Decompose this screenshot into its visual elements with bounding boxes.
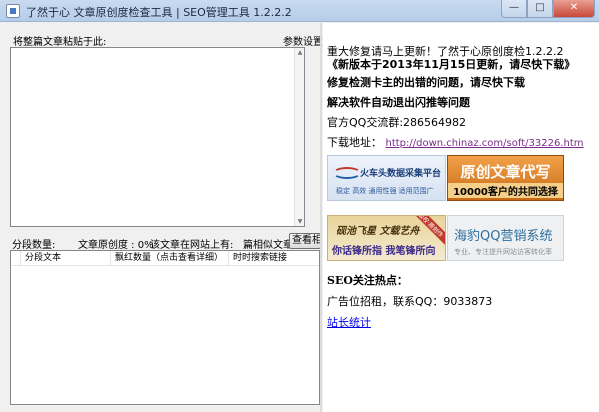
window-controls: — □ ✕ bbox=[501, 0, 595, 18]
download-row: 下载地址： http://down.chinaz.com/soft/33226.… bbox=[327, 134, 583, 150]
ad4-title: 海豹QQ营销系统 bbox=[454, 229, 553, 244]
ad-contact-text: 广告位招租，联系QQ：9033873 bbox=[327, 295, 493, 308]
column-header-search-link[interactable]: 时时搜索链接 bbox=[229, 251, 309, 265]
title-bar: 了然于心 文章原创度检查工具 | SEO管理工具 1.2.2.2 — □ ✕ bbox=[0, 0, 599, 22]
ad-banner-writing[interactable]: 原创文章代写 10000客户的共同选择 bbox=[447, 155, 564, 201]
article-textarea[interactable]: ▲ ▼ bbox=[10, 47, 305, 227]
ad1-title: 火车头数据采集平台 bbox=[360, 169, 442, 179]
crash-fix-notice: 解决软件自动退出闪推等问题 bbox=[327, 96, 470, 109]
paste-label: 将整篇文章粘贴于此: bbox=[13, 37, 107, 48]
ad3-slogan: 砚池飞星 文载艺舟 bbox=[336, 226, 420, 237]
originality-label: 文章原创度 : 0% bbox=[78, 240, 154, 251]
maximize-icon[interactable]: □ bbox=[527, 0, 553, 18]
segment-count-label: 分段数量: bbox=[12, 240, 56, 251]
scroll-down-icon[interactable]: ▼ bbox=[296, 218, 304, 225]
ad2-title: 原创文章代写 bbox=[460, 163, 551, 181]
app-icon bbox=[6, 4, 20, 18]
seo-heading: SEO关注热点： bbox=[327, 274, 408, 287]
close-icon[interactable]: ✕ bbox=[553, 0, 595, 18]
window-title: 了然于心 文章原创度检查工具 | SEO管理工具 1.2.2.2 bbox=[26, 6, 292, 19]
news-panel: 重大修复请马上更新！了然于心原创度检1.2.2.2 《新版本于2013年11月1… bbox=[323, 23, 599, 412]
minimize-icon[interactable]: — bbox=[501, 0, 527, 18]
ad4-subtitle: 专业、专注提升网站访客转化率 bbox=[454, 248, 552, 256]
ad-banner-copywriting[interactable]: 砚池飞星 文载艺舟 你话锋所指 我笔锋所向 版权·原创作 bbox=[327, 215, 446, 261]
download-label: 下载地址： bbox=[327, 136, 382, 149]
ad-banner-huochetou[interactable]: 火车头数据采集平台 稳定 高效 通用性强 适用范围广 bbox=[327, 155, 446, 201]
textarea-scrollbar[interactable]: ▲ ▼ bbox=[294, 48, 304, 226]
ad2-subtitle: 10000客户的共同选择 bbox=[448, 183, 563, 198]
similar-count-label: 篇相似文章 bbox=[243, 240, 293, 251]
view-similar-button[interactable]: 查看相似 bbox=[289, 233, 321, 249]
fix-notice: 修复检测卡主的出错的问题，请尽快下载 bbox=[327, 76, 525, 89]
ad-banner-haibao-qq[interactable]: 海豹QQ营销系统 专业、专注提升网站访客转化率 bbox=[447, 215, 564, 261]
panel-divider bbox=[320, 23, 322, 412]
site-exists-label: 该文章在网站上有: bbox=[150, 240, 234, 251]
settings-link[interactable]: 参数设置 bbox=[283, 33, 323, 48]
column-header-red-count[interactable]: 飘红数量（点击查看详细） bbox=[111, 251, 229, 265]
column-header-text[interactable]: 分段文本 bbox=[21, 251, 111, 265]
segment-table: 分段文本 飘红数量（点击查看详细） 时时搜索链接 bbox=[10, 250, 320, 405]
table-header-spacer bbox=[11, 251, 21, 265]
ad3-tagline: 你话锋所指 我笔锋所向 bbox=[332, 246, 436, 257]
version-notice: 《新版本于2013年11月15日更新，请尽快下载》 bbox=[327, 58, 576, 71]
qq-group-text: 官方QQ交流群:286564982 bbox=[327, 116, 467, 129]
stats-link[interactable]: 站长统计 bbox=[327, 314, 371, 330]
ad1-subtitle: 稳定 高效 通用性强 适用范围广 bbox=[336, 187, 434, 195]
scroll-up-icon[interactable]: ▲ bbox=[296, 49, 304, 56]
download-link[interactable]: http://down.chinaz.com/soft/33226.htm bbox=[386, 138, 584, 149]
huochetou-logo-icon bbox=[333, 167, 361, 179]
segment-table-header: 分段文本 飘红数量（点击查看详细） 时时搜索链接 bbox=[11, 251, 319, 266]
